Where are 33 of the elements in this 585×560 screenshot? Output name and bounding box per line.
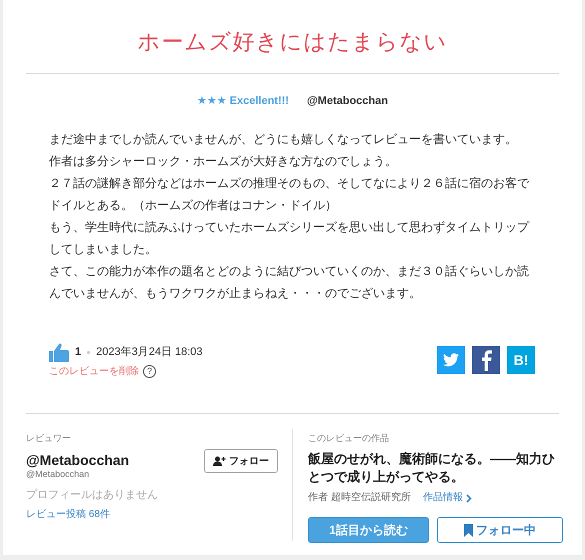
review-author: @Metabocchan bbox=[306, 94, 388, 108]
review-paragraph: 作者は多分シャーロック・ホームズが大好きな方なのでしょう。 bbox=[49, 153, 398, 170]
review-count-link[interactable]: レビュー投稿 68件 bbox=[26, 508, 110, 521]
rating-text: ★★★ Excellent!!! bbox=[197, 94, 289, 108]
work-info-link[interactable]: 作品情報 bbox=[422, 491, 472, 505]
following-button[interactable]: フォロー中 bbox=[437, 517, 563, 543]
like-count: 1 bbox=[75, 345, 82, 360]
twitter-share-button[interactable] bbox=[437, 346, 465, 374]
bird-icon bbox=[443, 353, 459, 367]
work-title[interactable]: 飯屋のせがれ、魔術師になる。――知力ひとつで成り上がってやる。 bbox=[308, 450, 563, 486]
add-user-icon bbox=[213, 456, 226, 466]
review-paragraph: ２７話の謎解き部分などはホームズの推理そのもの、そしてなにより２６話に宿のお客でドイルとある。（ホームズの作者はコナン・ドイル） bbox=[49, 175, 530, 214]
profile-text: プロフィールはありません bbox=[26, 488, 158, 502]
review-title: ホームズ好きにはたまらない bbox=[136, 28, 448, 56]
delete-review-link[interactable]: このレビューを削除 bbox=[49, 364, 139, 378]
follow-button[interactable]: フォロー bbox=[204, 449, 278, 473]
section-label: このレビューの作品 bbox=[308, 432, 390, 444]
facebook-icon bbox=[480, 349, 492, 371]
review-date: 2023年3月24日 18:03 bbox=[96, 345, 203, 360]
review-paragraph: まだ途中までしか読んでいませんが、どうにも嬉しくなってレビューを書いています。 bbox=[49, 131, 518, 148]
facebook-share-button[interactable] bbox=[472, 346, 500, 374]
section-label: レビュワー bbox=[26, 432, 71, 444]
read-button[interactable]: 1話目から読む bbox=[308, 517, 429, 543]
help-icon[interactable]: ? bbox=[143, 364, 156, 378]
review-paragraph: さて、この能力が本作の題名とどのように結びついていくのか、まだ３０話ぐらいしか読んでいませんが、もうワクワクが止まらねえ・・・のでございます。 bbox=[49, 263, 530, 302]
chevron-icon bbox=[466, 494, 472, 502]
thumbs-up-icon[interactable] bbox=[49, 342, 69, 362]
bookmark-share-button[interactable]: B! bbox=[507, 346, 535, 374]
reviewer-name[interactable]: @Metabocchan bbox=[26, 452, 130, 468]
work-author: 作者 超時空伝説研究所 bbox=[308, 491, 411, 505]
review-paragraph: もう、学生時代に読みふけっていたホームズシリーズを思い出して思わずタイムトリップしてしまいました。 bbox=[49, 219, 530, 258]
reviewer-handle: @Metabocchan bbox=[26, 468, 90, 480]
bookmark-icon bbox=[464, 524, 473, 536]
